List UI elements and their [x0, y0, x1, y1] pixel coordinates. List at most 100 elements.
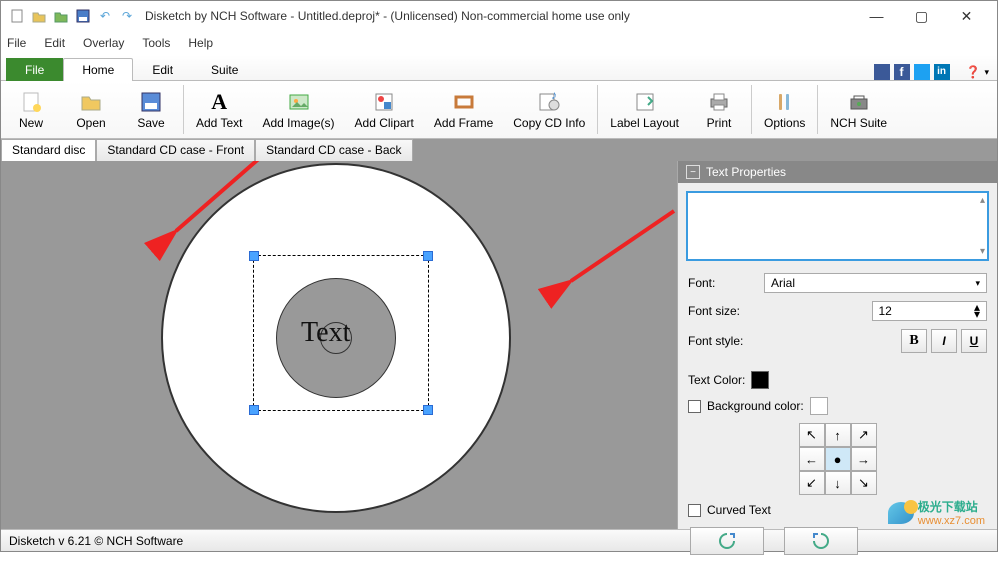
- action-button-1[interactable]: [690, 527, 764, 555]
- tab-home[interactable]: Home: [63, 58, 133, 81]
- open-icon: [79, 90, 103, 114]
- properties-header: − Text Properties: [678, 161, 997, 183]
- resize-handle-bl[interactable]: [249, 405, 259, 415]
- new-icon: [19, 90, 43, 114]
- tab-edit[interactable]: Edit: [133, 58, 192, 81]
- resize-handle-tl[interactable]: [249, 251, 259, 261]
- undo-icon[interactable]: ↶: [97, 8, 113, 24]
- menu-overlay[interactable]: Overlay: [83, 36, 124, 50]
- font-style-label: Font style:: [688, 334, 758, 348]
- tab-cd-case-back[interactable]: Standard CD case - Back: [255, 139, 412, 161]
- window-title: Disketch by NCH Software - Untitled.depr…: [145, 9, 630, 23]
- save-icon: [139, 90, 163, 114]
- linkedin-icon[interactable]: in: [934, 64, 950, 80]
- print-icon: [707, 90, 731, 114]
- font-select[interactable]: Arial ▾: [764, 273, 987, 293]
- add-images-icon: [287, 90, 311, 114]
- spin-down-icon[interactable]: ▾: [974, 311, 980, 318]
- alignment-grid: ↖ ↑ ↗ ← ● → ↙ ↓ ↘: [799, 423, 877, 495]
- like-icon[interactable]: [874, 64, 890, 80]
- title-bar: ↶ ↷ Disketch by NCH Software - Untitled.…: [1, 1, 997, 31]
- menu-bar: File Edit Overlay Tools Help: [1, 31, 997, 55]
- options-icon: [773, 90, 797, 114]
- open-recent-icon[interactable]: [53, 8, 69, 24]
- curved-text-checkbox[interactable]: [688, 504, 701, 517]
- text-color-swatch[interactable]: [751, 371, 769, 389]
- resize-handle-br[interactable]: [423, 405, 433, 415]
- tab-suite[interactable]: Suite: [192, 58, 257, 81]
- align-tr[interactable]: ↗: [851, 423, 877, 447]
- add-clipart-button[interactable]: Add Clipart: [345, 81, 424, 138]
- add-frame-button[interactable]: Add Frame: [424, 81, 503, 138]
- text-color-label: Text Color:: [688, 373, 745, 387]
- new-file-icon[interactable]: [9, 8, 25, 24]
- tab-cd-case-front[interactable]: Standard CD case - Front: [96, 139, 255, 161]
- maximize-button[interactable]: ▢: [899, 2, 944, 30]
- open-file-icon[interactable]: [31, 8, 47, 24]
- copy-cd-info-button[interactable]: ♪ Copy CD Info: [503, 81, 595, 138]
- menu-tools[interactable]: Tools: [142, 36, 170, 50]
- tab-standard-disc[interactable]: Standard disc: [1, 139, 96, 161]
- twitter-icon[interactable]: [914, 64, 930, 80]
- open-button[interactable]: Open: [61, 81, 121, 138]
- tab-file[interactable]: File: [6, 58, 63, 81]
- print-button[interactable]: Print: [689, 81, 749, 138]
- align-mr[interactable]: →: [851, 447, 877, 471]
- font-size-input[interactable]: 12 ▴ ▾: [872, 301, 988, 321]
- menu-help[interactable]: Help: [188, 36, 213, 50]
- workspace: Text − Text Properties ▴ ▾ Font: Arial ▾…: [1, 161, 997, 529]
- bold-button[interactable]: B: [901, 329, 927, 353]
- label-layout-button[interactable]: Label Layout: [600, 81, 689, 138]
- italic-button[interactable]: I: [931, 329, 957, 353]
- chevron-down-icon: ▾: [975, 278, 980, 289]
- minimize-button[interactable]: —: [854, 2, 899, 30]
- label-layout-icon: [633, 90, 657, 114]
- align-bc[interactable]: ↓: [825, 471, 851, 495]
- ribbon-right: f in ❓ ▾: [874, 64, 997, 80]
- save-icon[interactable]: [75, 8, 91, 24]
- options-button[interactable]: Options: [754, 81, 815, 138]
- bg-color-label: Background color:: [707, 399, 804, 413]
- bg-color-swatch[interactable]: [810, 397, 828, 415]
- font-label: Font:: [688, 276, 758, 290]
- canvas[interactable]: Text: [1, 161, 677, 529]
- action-button-2[interactable]: [784, 527, 858, 555]
- help-dropdown-icon[interactable]: ▾: [984, 67, 989, 78]
- underline-button[interactable]: U: [961, 329, 987, 353]
- redo-icon[interactable]: ↷: [119, 8, 135, 24]
- nch-suite-button[interactable]: NCH Suite: [820, 81, 897, 138]
- facebook-icon[interactable]: f: [894, 64, 910, 80]
- resize-handle-tr[interactable]: [423, 251, 433, 261]
- align-br[interactable]: ↘: [851, 471, 877, 495]
- menu-file[interactable]: File: [7, 36, 26, 50]
- align-bl[interactable]: ↙: [799, 471, 825, 495]
- help-icon[interactable]: ❓: [966, 65, 981, 79]
- watermark: 极光下载站 www.xz7.com: [888, 498, 985, 527]
- collapse-icon[interactable]: −: [686, 165, 700, 179]
- align-ml[interactable]: ←: [799, 447, 825, 471]
- close-button[interactable]: ✕: [944, 2, 989, 30]
- align-mc[interactable]: ●: [825, 447, 851, 471]
- add-clipart-icon: [372, 90, 396, 114]
- ribbon: New Open Save A Add Text Add Image(s) Ad…: [1, 81, 997, 139]
- canvas-text-object[interactable]: Text: [301, 317, 350, 349]
- scroll-down-icon[interactable]: ▾: [980, 246, 985, 257]
- add-text-button[interactable]: A Add Text: [186, 81, 252, 138]
- bg-color-checkbox[interactable]: [688, 400, 701, 413]
- add-images-button[interactable]: Add Image(s): [252, 81, 344, 138]
- document-tabs: Standard disc Standard CD case - Front S…: [1, 139, 997, 161]
- new-button[interactable]: New: [1, 81, 61, 138]
- watermark-logo-icon: [888, 502, 914, 524]
- ribbon-tabs: File Home Edit Suite f in ❓ ▾: [1, 55, 997, 81]
- copy-cd-info-icon: ♪: [537, 90, 561, 114]
- nch-suite-icon: [847, 90, 871, 114]
- scroll-up-icon[interactable]: ▴: [980, 195, 985, 206]
- add-frame-icon: [452, 90, 476, 114]
- align-tl[interactable]: ↖: [799, 423, 825, 447]
- text-input[interactable]: ▴ ▾: [686, 191, 989, 261]
- svg-text:♪: ♪: [551, 91, 557, 102]
- menu-edit[interactable]: Edit: [44, 36, 65, 50]
- align-tc[interactable]: ↑: [825, 423, 851, 447]
- quick-access-toolbar: ↶ ↷: [9, 8, 135, 24]
- save-button[interactable]: Save: [121, 81, 181, 138]
